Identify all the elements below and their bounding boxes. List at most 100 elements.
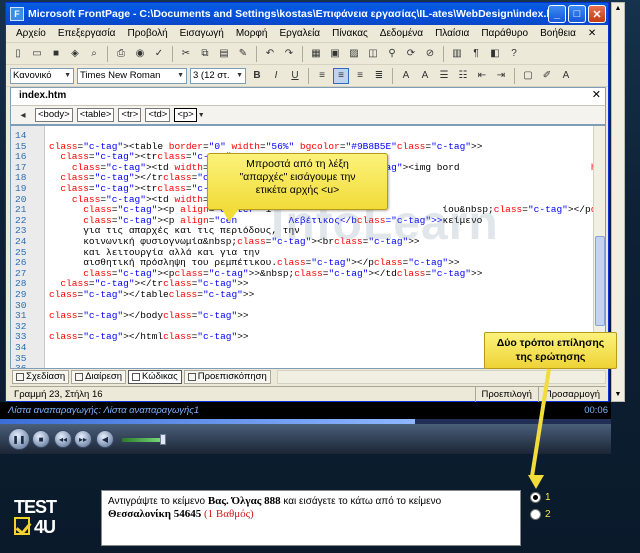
align-left-icon[interactable]: ≡ [314,68,330,84]
close-icon[interactable]: ✕ [592,88,601,101]
tab-split[interactable]: Διαίρεση [71,370,126,384]
menu-tools[interactable]: Εργαλεία [273,28,326,39]
document-tab[interactable]: index.htm ✕ [10,87,606,105]
tab-code[interactable]: Κώδικας [128,370,182,384]
size-select[interactable]: 3 (12 στ. ▼ [190,67,246,84]
size-value: 3 (12 στ. [193,70,230,81]
scroll-thumb[interactable] [595,236,605,326]
font-color-icon[interactable]: A [558,68,574,84]
drawing-icon[interactable]: ◫ [365,46,381,62]
hint-line: Δύο τρόποι επίλησης [496,337,605,349]
split-view-icon [75,373,84,381]
increase-indent-icon[interactable]: ⇥ [493,68,509,84]
radio-button[interactable] [530,492,541,503]
format-painter-icon[interactable]: ✎ [235,46,251,62]
preview-icon[interactable]: ◉ [132,46,148,62]
checkmark-icon [14,517,30,535]
menu-data[interactable]: Δεδομένα [374,28,429,39]
insert-table-icon[interactable]: ▦ [308,46,324,62]
menu-table[interactable]: Πίνακας [326,28,374,39]
line-number: 29 [15,289,27,300]
close-button[interactable]: ✕ [588,5,606,23]
code-line: class="c-tag"><p align="cen Λεβέτικος</b… [83,214,483,226]
menu-file[interactable]: Αρχείο [10,28,52,39]
style-value: Κανονικό [13,70,52,81]
save-icon[interactable]: ■ [48,46,64,62]
insert-picture-icon[interactable]: ▨ [346,46,362,62]
tag-nav-icon[interactable]: ◂ [15,107,31,123]
title-bar[interactable]: F Microsoft FrontPage - C:\Documents and… [6,3,608,25]
status-bar: Γραμμή 23, Στήλη 16 Προεπιλογή Προσαρμογ… [10,386,606,402]
volume-knob[interactable] [160,434,166,445]
bullets-icon[interactable]: ☷ [455,68,471,84]
show-all-icon[interactable]: ¶ [468,46,484,62]
code-view-icon [132,373,140,381]
justify-icon[interactable]: ≣ [371,68,387,84]
copy-icon[interactable]: ⧉ [197,46,213,62]
paste-icon[interactable]: ▤ [216,46,232,62]
font-select[interactable]: Times New Roman ▼ [77,67,187,84]
horizontal-scrollbar[interactable] [276,370,606,384]
menu-insert[interactable]: Εισαγωγή [174,28,230,39]
insert-layer-icon[interactable]: ▣ [327,46,343,62]
tag-table[interactable]: <table> [76,108,115,122]
print-icon[interactable]: ⎙ [113,46,129,62]
decrease-indent-icon[interactable]: ⇤ [474,68,490,84]
stop-button[interactable]: ■ [32,430,50,448]
maximize-button[interactable]: □ [568,5,586,23]
radio-button[interactable] [530,509,541,520]
tab-label: Σχεδίαση [26,371,66,382]
menu-format[interactable]: Μορφή [230,28,274,39]
tag-p[interactable]: <p> [174,108,197,122]
highlight-icon[interactable]: ✐ [539,68,555,84]
playlist-title: Λίστα αναπαραγωγής: Λίστα αναπαραγωγής1 [8,405,200,416]
tag-tr[interactable]: <tr> [118,108,142,122]
scroll-up-icon[interactable]: ▲ [612,3,624,15]
spelling-icon[interactable]: ✓ [151,46,167,62]
bold-button[interactable]: B [249,68,265,84]
italic-button[interactable]: I [268,68,284,84]
increase-font-icon[interactable]: A [398,68,414,84]
search-icon[interactable]: ⌕ [86,46,102,62]
menu-frames[interactable]: Πλαίσια [429,28,475,39]
chevron-down-icon[interactable]: ▼ [198,112,205,119]
hyperlink-icon[interactable]: ⚲ [384,46,400,62]
folder-list-icon[interactable]: ▥ [449,46,465,62]
previous-button[interactable]: ◂◂ [54,430,72,448]
open-icon[interactable]: ▭ [29,46,45,62]
next-button[interactable]: ▸▸ [74,430,92,448]
option-1[interactable]: 1 [530,492,551,503]
new-page-icon[interactable]: ▯ [10,46,26,62]
tag-td[interactable]: <td> [145,108,171,122]
doc-close-icon[interactable]: ✕ [582,28,602,39]
web-component-icon[interactable]: ◧ [487,46,503,62]
tab-preview[interactable]: Προεπισκόπηση [183,370,271,384]
design-view-icon [16,373,24,381]
style-select[interactable]: Κανονικό ▼ [10,67,74,84]
mute-button[interactable]: ◀ [96,430,114,448]
help-icon[interactable]: ? [506,46,522,62]
align-right-icon[interactable]: ≡ [352,68,368,84]
tag-body[interactable]: <body> [35,108,73,122]
menu-edit[interactable]: Επεξεργασία [52,28,122,39]
menu-window[interactable]: Παράθυρο [475,28,534,39]
refresh-icon[interactable]: ⟳ [403,46,419,62]
menu-view[interactable]: Προβολή [121,28,173,39]
option-2[interactable]: 2 [530,509,551,520]
decrease-font-icon[interactable]: A [417,68,433,84]
minimize-button[interactable]: _ [548,5,566,23]
menu-help[interactable]: Βοήθεια [534,28,582,39]
redo-icon[interactable]: ↷ [281,46,297,62]
volume-slider[interactable] [122,438,164,442]
stop-icon[interactable]: ⊘ [422,46,438,62]
pause-button[interactable]: ❚❚ [8,428,30,450]
cut-icon[interactable]: ✂ [178,46,194,62]
align-center-icon[interactable]: ≡ [333,67,349,84]
tab-design[interactable]: Σχεδίαση [12,370,70,384]
undo-icon[interactable]: ↶ [262,46,278,62]
numbering-icon[interactable]: ☰ [436,68,452,84]
scroll-down-icon[interactable]: ▼ [612,389,624,401]
publish-icon[interactable]: ◈ [67,46,83,62]
underline-button[interactable]: U [287,68,303,84]
borders-icon[interactable]: ▢ [520,68,536,84]
